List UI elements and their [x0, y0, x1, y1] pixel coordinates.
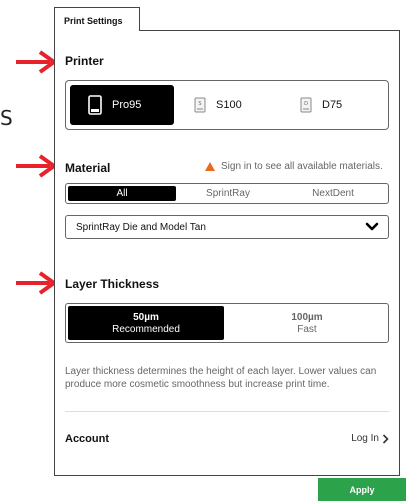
chevron-down-icon [365, 222, 379, 231]
layer-option-desc: Recommended [112, 324, 180, 335]
layer-option-50um[interactable]: 50µm Recommended [68, 306, 224, 340]
svg-text:S: S [198, 101, 201, 107]
tab-print-settings[interactable]: Print Settings [54, 7, 140, 31]
annotation-arrow-icon [16, 154, 58, 178]
chevron-right-icon [382, 433, 389, 444]
printer-d75-icon: D [300, 97, 312, 113]
printer-selector: Pro95 S S100 D D75 [65, 80, 389, 130]
printer-option-label: Pro95 [112, 99, 142, 111]
warning-text: Sign in to see all available materials. [221, 161, 383, 172]
divider [65, 411, 389, 412]
printer-option-label: S100 [216, 99, 242, 111]
log-in-link[interactable]: Log In [351, 433, 389, 444]
svg-text:D: D [304, 101, 308, 107]
material-tab-nextdent[interactable]: NextDent [280, 186, 386, 201]
printer-option-label: D75 [322, 99, 343, 111]
material-select-value: SprintRay Die and Model Tan [76, 222, 206, 233]
printer-option-d75[interactable]: D D75 [300, 85, 380, 125]
layer-option-desc: Fast [297, 324, 317, 335]
layer-help-text: Layer thickness determines the height of… [65, 366, 377, 390]
layer-option-100um[interactable]: 100µm Fast [228, 306, 386, 340]
apply-button[interactable]: Apply [318, 478, 406, 501]
print-settings-panel: Printer Pro95 S S100 D D75 Material Sign… [54, 30, 400, 476]
printer-section-title: Printer [65, 54, 104, 68]
material-section-title: Material [65, 161, 111, 175]
layer-thickness-selector: 50µm Recommended 100µm Fast [65, 303, 389, 343]
material-tab-sprintray[interactable]: SprintRay [176, 186, 280, 201]
account-label: Account [65, 433, 109, 445]
material-select[interactable]: SprintRay Die and Model Tan [65, 215, 389, 239]
log-in-label: Log In [351, 433, 379, 444]
annotation-arrow-icon [16, 271, 58, 295]
layer-option-value: 50µm [133, 312, 159, 323]
printer-option-s100[interactable]: S S100 [194, 85, 274, 125]
printer-pro95-icon [88, 95, 102, 115]
printer-option-pro95[interactable]: Pro95 [70, 85, 174, 125]
annotation-arrow-icon [16, 50, 58, 74]
warning-icon [205, 162, 215, 171]
printer-s100-icon: S [194, 97, 206, 113]
material-filter-tabs: All SprintRay NextDent [65, 183, 389, 204]
layer-option-value: 100µm [291, 312, 323, 323]
layer-thickness-title: Layer Thickness [65, 277, 160, 291]
stray-letter: S [0, 106, 13, 130]
sign-in-warning: Sign in to see all available materials. [205, 161, 383, 172]
material-tab-all[interactable]: All [68, 186, 176, 201]
